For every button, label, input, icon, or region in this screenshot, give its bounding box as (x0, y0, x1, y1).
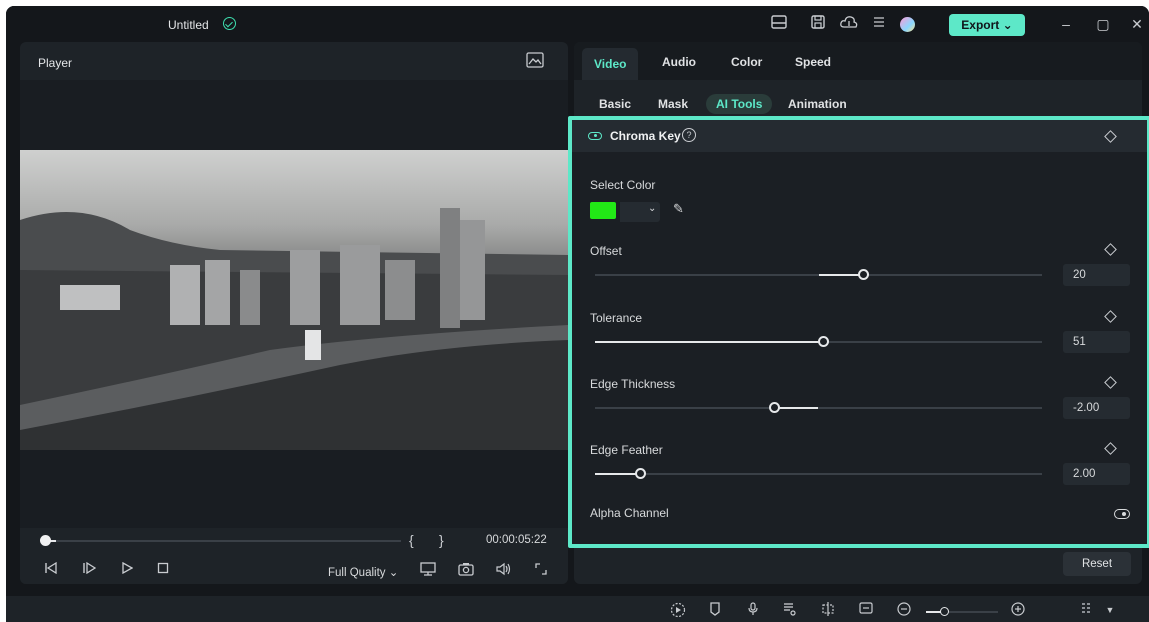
edge-thickness-slider-fill (773, 407, 819, 409)
tolerance-slider-knob[interactable] (817, 336, 829, 347)
quality-value: Full Quality (328, 567, 386, 579)
tab-speed[interactable]: Speed (795, 55, 831, 69)
minimize-button[interactable]: – (1056, 14, 1076, 34)
project-title: Untitled (168, 18, 209, 32)
volume-icon[interactable] (494, 562, 512, 578)
select-color-label: Select Color (590, 178, 656, 192)
alpha-channel-label: Alpha Channel (590, 506, 669, 520)
title-bar: Untitled Export ⌄ – ▢ ✕ (6, 6, 1149, 42)
video-frame (20, 150, 568, 450)
marker-icon[interactable] (707, 602, 723, 618)
display-settings-icon[interactable] (419, 562, 437, 578)
help-icon[interactable]: ? (682, 128, 696, 142)
offset-slider-knob[interactable] (858, 269, 870, 280)
offset-slider-fill (818, 274, 864, 276)
camera-icon[interactable] (457, 562, 475, 578)
edge-thickness-label: Edge Thickness (590, 377, 676, 391)
timecode: 00:00:05:22 (486, 534, 547, 546)
edge-feather-label: Edge Feather (590, 443, 663, 457)
fit-timeline-icon[interactable] (858, 602, 874, 618)
tolerance-label: Tolerance (590, 311, 643, 325)
tab-color[interactable]: Color (731, 55, 762, 69)
tolerance-slider-fill (595, 341, 823, 343)
keyframe-diamond-icon[interactable] (1104, 442, 1117, 455)
player-panel: Player {} 00:00:05:22 Full Quality ⌄ (20, 42, 568, 584)
subtab-animation[interactable]: Animation (788, 94, 847, 114)
play-icon[interactable] (118, 561, 136, 578)
quality-dropdown[interactable]: Full Quality ⌄ (323, 563, 403, 583)
mark-out-button[interactable]: } (439, 532, 444, 548)
export-label: Export (961, 18, 1000, 32)
timeline-toolbar: ▼ (6, 596, 1149, 622)
export-button[interactable]: Export ⌄ (949, 14, 1025, 36)
reset-button[interactable]: Reset (1063, 552, 1131, 576)
subtab-ai-tools[interactable]: AI Tools (706, 94, 773, 114)
chroma-key-section: Chroma Key ? Select Color ⌄ ✎ Offset 20 … (568, 116, 1149, 548)
offset-value[interactable]: 20 (1063, 264, 1130, 286)
audio-list-icon[interactable] (782, 602, 798, 618)
app-window: Untitled Export ⌄ – ▢ ✕ Player {} 00:00… (6, 6, 1149, 622)
next-frame-icon[interactable] (80, 561, 98, 578)
maximize-button[interactable]: ▢ (1093, 14, 1113, 34)
ai-cutout-icon[interactable] (820, 602, 836, 618)
keyframe-diamond-icon[interactable] (1104, 130, 1117, 143)
tab-video[interactable]: Video (582, 48, 639, 80)
alpha-channel-toggle[interactable] (1114, 509, 1130, 519)
tolerance-value[interactable]: 51 (1063, 331, 1130, 353)
microphone-icon[interactable] (745, 602, 761, 618)
playhead-knob[interactable] (40, 535, 51, 546)
keyframe-diamond-icon[interactable] (1104, 376, 1117, 389)
edge-thickness-slider-knob[interactable] (768, 402, 780, 413)
avatar[interactable] (900, 17, 915, 32)
edge-thickness-slider[interactable] (595, 407, 1042, 409)
subtab-mask[interactable]: Mask (658, 94, 688, 114)
zoom-slider-knob[interactable] (940, 607, 949, 616)
render-preview-icon[interactable] (670, 602, 686, 618)
chevron-down-icon: ⌄ (388, 567, 399, 579)
player-label: Player (38, 56, 73, 70)
player-viewport[interactable] (20, 80, 568, 528)
edge-thickness-value[interactable]: -2.00 (1063, 397, 1130, 419)
tab-audio[interactable]: Audio (662, 55, 696, 69)
keyframe-diamond-icon[interactable] (1104, 243, 1117, 256)
snapshot-image-icon[interactable] (526, 52, 546, 70)
edge-feather-value[interactable]: 2.00 (1063, 463, 1130, 485)
layout-icon[interactable] (770, 15, 788, 33)
edge-feather-slider[interactable] (595, 473, 1042, 475)
fullscreen-icon[interactable] (532, 562, 550, 578)
zoom-in-icon[interactable] (1010, 602, 1026, 618)
grid-view-icon[interactable] (1080, 602, 1096, 618)
stop-icon[interactable] (154, 562, 172, 578)
offset-label: Offset (590, 244, 622, 258)
menu-icon[interactable] (870, 15, 888, 33)
saved-check-icon (223, 17, 236, 30)
property-tabs: Video Audio Color Speed (574, 42, 1142, 80)
mark-in-button[interactable]: { (409, 532, 414, 548)
chevron-down-icon[interactable]: ▼ (1102, 602, 1118, 618)
chroma-key-header: Chroma Key ? (572, 120, 1147, 152)
edge-feather-slider-fill (595, 473, 640, 475)
color-swatch[interactable] (590, 202, 616, 219)
cloud-icon[interactable] (840, 15, 858, 33)
playback-scrubber[interactable] (44, 540, 401, 542)
close-button[interactable]: ✕ (1127, 14, 1147, 34)
chroma-key-title: Chroma Key (610, 129, 681, 143)
eyedropper-icon[interactable]: ✎ (673, 201, 684, 217)
previous-frame-icon[interactable] (42, 561, 60, 578)
player-controls: { } 00:00:05:22 Full Quality ⌄ (20, 528, 568, 584)
chevron-down-icon: ⌄ (1002, 18, 1013, 32)
keyframe-diamond-icon[interactable] (1104, 310, 1117, 323)
zoom-out-icon[interactable] (896, 602, 912, 618)
edge-feather-slider-knob[interactable] (634, 468, 646, 479)
subtab-basic[interactable]: Basic (599, 94, 631, 114)
save-icon[interactable] (809, 15, 827, 33)
chroma-key-toggle-icon[interactable] (588, 132, 602, 140)
chevron-down-icon[interactable]: ⌄ (648, 203, 656, 214)
